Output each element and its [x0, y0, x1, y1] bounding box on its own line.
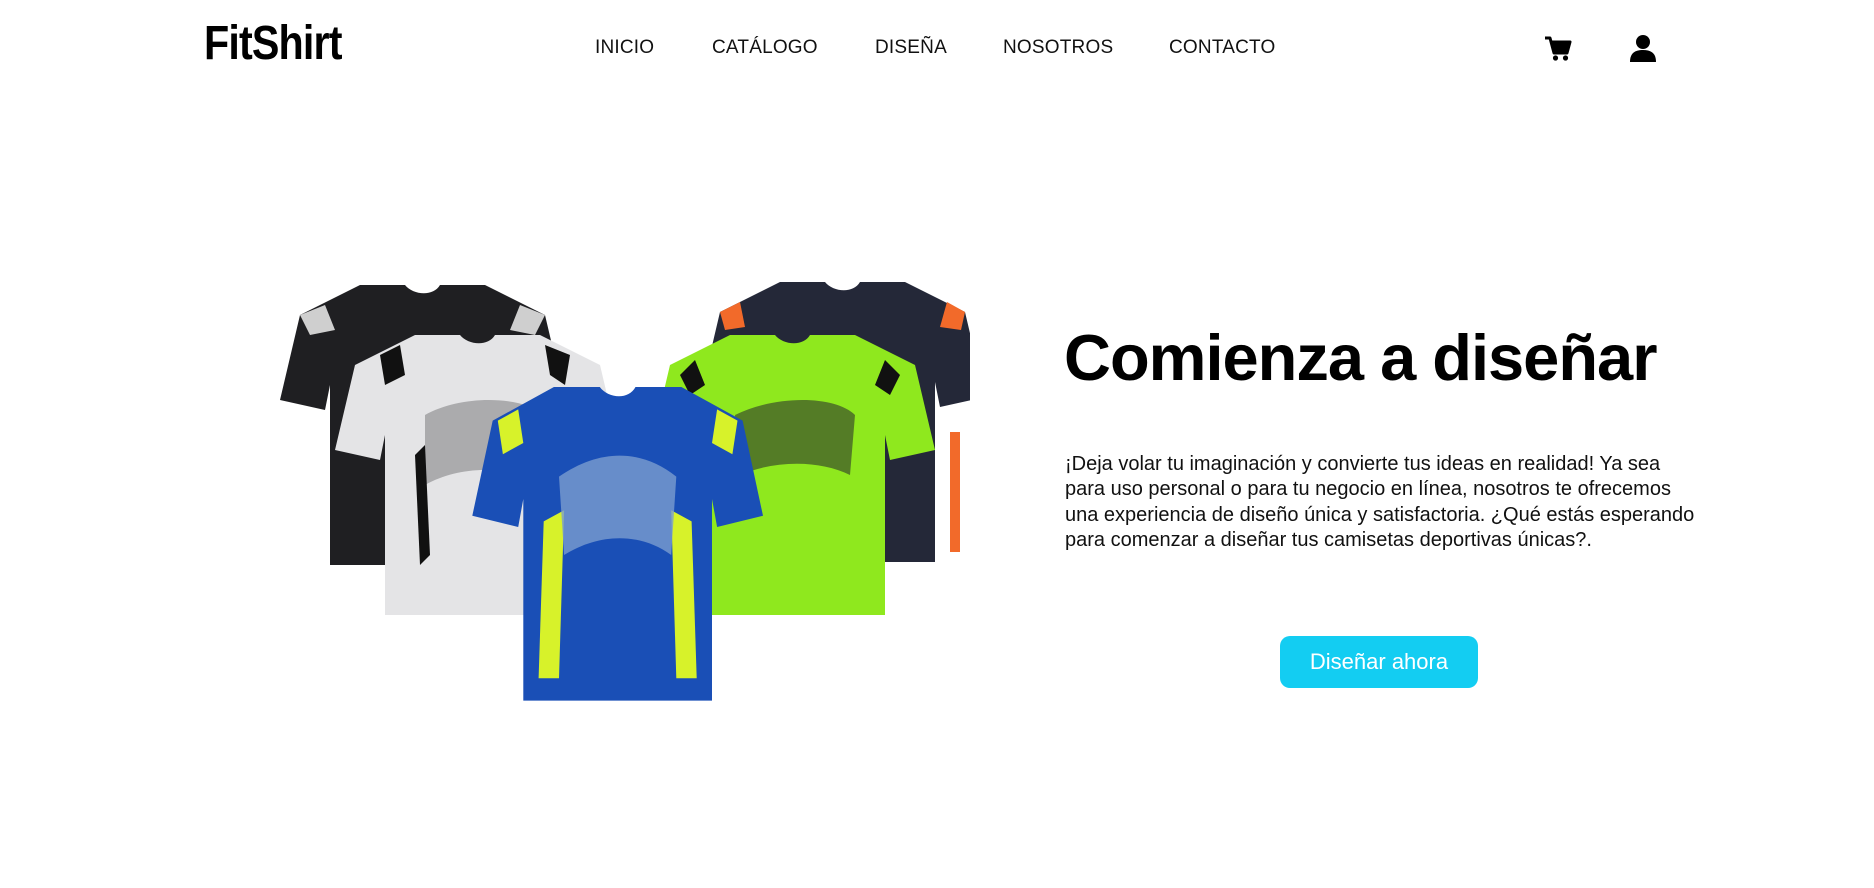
nav-item-inicio[interactable]: INICIO [595, 36, 654, 60]
design-now-button[interactable]: Diseñar ahora [1280, 636, 1478, 688]
user-icon[interactable] [1630, 34, 1656, 62]
nav-item-contacto[interactable]: CONTACTO [1169, 36, 1275, 60]
cart-icon[interactable] [1544, 36, 1572, 62]
hero-title: Comienza a diseñar [1064, 321, 1657, 394]
hero-description: ¡Deja volar tu imaginación y convierte t… [1065, 453, 1695, 552]
nav-item-catalogo[interactable]: CATÁLOGO [712, 36, 818, 60]
nav-item-disena[interactable]: DISEÑA [875, 36, 947, 60]
nav-item-nosotros[interactable]: NOSOTROS [1003, 36, 1113, 60]
tshirts-image [270, 270, 985, 740]
main-nav: INICIO CATÁLOGO DISEÑA NOSOTROS CONTACTO [0, 36, 1874, 60]
